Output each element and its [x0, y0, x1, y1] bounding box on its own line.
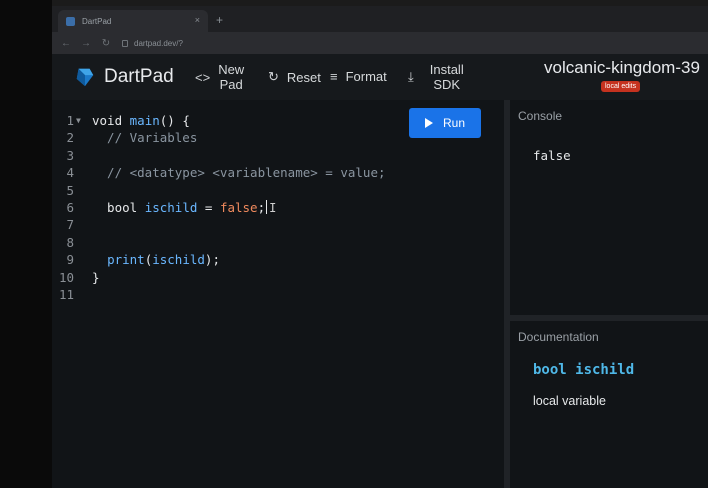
fold-arrow-icon[interactable]: ▼ — [76, 116, 81, 125]
browser-address-bar: ← → ↻ dartpad.dev/? — [52, 32, 708, 54]
app-name: DartPad — [104, 66, 174, 87]
code-line[interactable]: 4 // <datatype> <variablename> = value; — [52, 165, 504, 182]
line-number: 1 — [66, 113, 74, 128]
mouse-ibeam-icon: I — [269, 201, 277, 215]
code-line[interactable]: 5 — [52, 183, 504, 200]
line-number: 11 — [58, 287, 74, 302]
code-token: void — [92, 113, 130, 128]
code-line[interactable]: 8 — [52, 235, 504, 252]
new-pad-label-line2: Pad — [219, 77, 243, 92]
code-editor[interactable]: 1 ▼ void main() { 2 // Variables 3 4 // <data… — [52, 100, 504, 488]
line-number: 7 — [66, 217, 74, 233]
code-token: false — [219, 200, 258, 215]
line-number: 10 — [58, 269, 74, 285]
back-arrow-icon[interactable]: ← — [60, 38, 72, 49]
local-edits-badge: local edits — [601, 81, 641, 92]
code-line[interactable]: 9 print(ischild); — [52, 252, 504, 269]
documentation-body: local variable — [533, 394, 606, 408]
code-text: print(ischild); — [92, 252, 220, 267]
url-text: dartpad.dev/? — [134, 38, 183, 48]
install-label-line1: Install — [429, 62, 464, 77]
console-panel: Console false — [510, 100, 708, 315]
refresh-icon: ↻ — [268, 69, 279, 84]
download-icon: ⤓ — [408, 69, 414, 84]
install-sdk-button[interactable]: ⤓ Install SDK — [408, 62, 464, 92]
line-number: 5 — [66, 182, 74, 198]
new-pad-label: New Pad — [218, 62, 244, 92]
reload-icon[interactable]: ↻ — [100, 38, 112, 49]
code-brackets-icon: <> — [195, 69, 211, 85]
tab-close-icon[interactable]: × — [195, 15, 200, 25]
play-icon — [424, 118, 433, 128]
browser-tab[interactable]: DartPad × — [58, 10, 208, 32]
code-token: // Variables — [92, 130, 198, 146]
forward-arrow-icon[interactable]: → — [80, 38, 92, 49]
code-token: bool — [92, 200, 145, 215]
code-token: } — [92, 269, 100, 285]
dart-logo-icon — [76, 68, 94, 87]
dartpad-header: DartPad <> New Pad ↻ Reset ≡ Format ⤓ In… — [52, 54, 708, 100]
text-cursor — [266, 200, 268, 214]
tab-title: DartPad — [82, 16, 112, 26]
code-token: = — [197, 200, 220, 215]
code-line[interactable]: 11 — [52, 287, 504, 304]
code-line[interactable]: 10} — [52, 270, 504, 287]
code-text: // Variables — [92, 130, 197, 145]
install-label-line2: SDK — [433, 77, 461, 92]
line-number: 9 — [66, 252, 74, 268]
new-pad-label-line1: New — [218, 62, 245, 77]
line-number: 2 — [66, 130, 74, 146]
lock-icon — [122, 39, 128, 47]
run-button[interactable]: Run — [409, 108, 481, 138]
code-token: ischild — [152, 252, 205, 268]
console-output: false — [533, 148, 571, 163]
url-field[interactable]: dartpad.dev/? — [122, 39, 183, 48]
code-token: ; — [257, 200, 266, 215]
browser-tab-bar: DartPad × + — [52, 6, 708, 32]
code-token: () { — [159, 113, 190, 128]
code-token: // <datatype> <variablename> = value; — [92, 165, 386, 181]
code-token: ischild — [144, 200, 198, 215]
code-line[interactable]: 6 bool ischild = false; I — [52, 200, 504, 217]
code-text: // <datatype> <variablename> = value; — [92, 165, 386, 181]
pad-title[interactable]: volcanic-kingdom-39 — [544, 58, 700, 78]
console-title: Console — [518, 109, 563, 123]
format-lines-icon: ≡ — [330, 69, 338, 84]
code-text: } — [92, 270, 100, 285]
code-token: ); — [204, 252, 220, 268]
code-text: void main() { — [92, 113, 190, 128]
code-token: main — [129, 113, 160, 128]
code-token: print — [107, 252, 145, 268]
dartpad-favicon-icon — [66, 16, 75, 26]
documentation-panel: Documentation bool ischild local variabl… — [510, 321, 708, 488]
new-pad-button[interactable]: <> New Pad — [195, 62, 244, 92]
line-number: 4 — [66, 165, 74, 181]
line-number: 8 — [66, 234, 74, 250]
line-number: 6 — [66, 200, 74, 215]
code-line[interactable]: 3 — [52, 148, 504, 165]
new-tab-icon[interactable]: + — [216, 13, 223, 27]
code-line[interactable]: 7 — [52, 217, 504, 234]
desktop-background — [0, 0, 52, 488]
format-button[interactable]: ≡ Format — [330, 69, 387, 84]
line-number: 3 — [66, 147, 74, 163]
documentation-heading: bool ischild — [533, 362, 635, 378]
run-label: Run — [442, 116, 465, 130]
reset-label: Reset — [286, 69, 321, 85]
install-sdk-label: Install SDK — [430, 62, 464, 92]
documentation-title: Documentation — [518, 330, 599, 344]
code-text: bool ischild = false; I — [92, 200, 276, 215]
format-label: Format — [345, 69, 387, 84]
screen: DartPad × + ← → ↻ dartpad.dev/? DartPad … — [0, 0, 708, 488]
reset-button[interactable]: ↻ Reset — [268, 69, 321, 85]
